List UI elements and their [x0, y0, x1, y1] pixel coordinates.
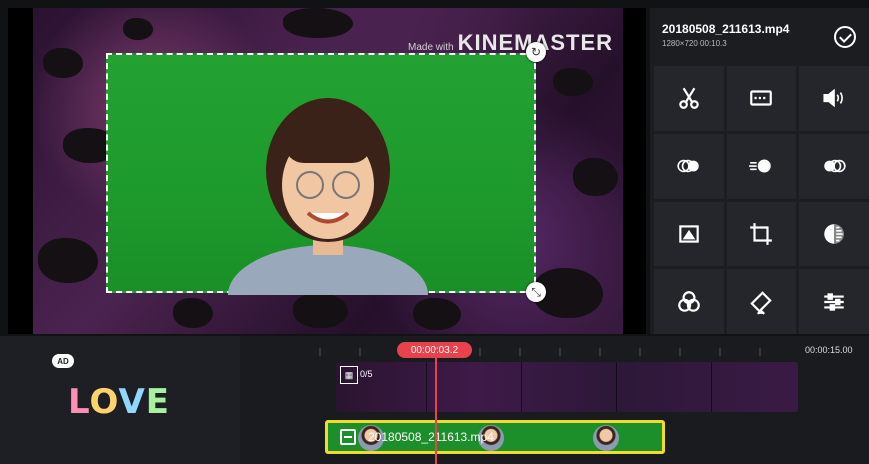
tool-grid — [654, 66, 869, 334]
love-letter-o: O — [89, 382, 119, 422]
chroma-key-icon[interactable] — [799, 201, 869, 267]
kinemaster-editor: Made with KINEMASTER ↻ ⤡ 20180508_211613… — [0, 0, 869, 464]
layer-tool-panel: 20180508_211613.mp4 1280×720 00:10.3 — [650, 8, 869, 334]
adjustment-icon[interactable] — [799, 269, 869, 334]
timeline-ruler — [319, 348, 761, 356]
overall-animation-icon[interactable] — [726, 133, 797, 199]
crop-icon[interactable] — [726, 201, 797, 267]
rotate-handle[interactable]: ↻ — [526, 42, 546, 62]
love-letter-v: V — [118, 382, 146, 422]
in-animation-icon[interactable] — [654, 133, 724, 199]
file-meta: 1280×720 00:10.3 — [662, 39, 727, 48]
timeline[interactable]: AD LOVE 00:00:03.2 00:00:15.00 ▦ 0/5 — [0, 336, 869, 464]
film-clip-icon — [340, 429, 356, 445]
volume-icon[interactable] — [799, 66, 869, 131]
background-video-track[interactable] — [336, 362, 798, 412]
love-letter-e: E — [145, 382, 171, 422]
playhead[interactable] — [435, 350, 437, 464]
end-time: 00:00:15.00 — [805, 345, 853, 355]
love-letter-l: L — [68, 382, 90, 422]
out-animation-icon[interactable] — [799, 133, 869, 199]
video-preview[interactable]: Made with KINEMASTER ↻ ⤡ — [8, 8, 646, 334]
confirm-check-icon[interactable] — [834, 26, 856, 48]
file-info-header: 20180508_211613.mp4 1280×720 00:10.3 — [650, 8, 869, 64]
clip-name: 20180508_211613.mp4 — [368, 430, 494, 444]
scissors-icon[interactable] — [654, 66, 724, 131]
pan-zoom-icon[interactable] — [654, 201, 724, 267]
watermark-made-with: Made with — [408, 42, 454, 53]
color-filter-icon[interactable] — [654, 269, 724, 334]
file-name: 20180508_211613.mp4 — [662, 22, 790, 36]
love-sticker[interactable]: LOVE — [68, 382, 170, 422]
person-in-layer — [228, 98, 428, 295]
resize-handle[interactable]: ⤡ — [526, 282, 546, 302]
rotate-mirror-icon[interactable] — [726, 269, 797, 334]
green-screen-layer[interactable] — [106, 53, 536, 295]
split-screen-icon[interactable] — [726, 66, 797, 131]
track-top-label: 0/5 — [360, 369, 373, 379]
ad-badge: AD — [52, 354, 74, 368]
asset-preview: AD LOVE — [0, 336, 240, 464]
track-layer-icon: ▦ — [340, 366, 358, 384]
